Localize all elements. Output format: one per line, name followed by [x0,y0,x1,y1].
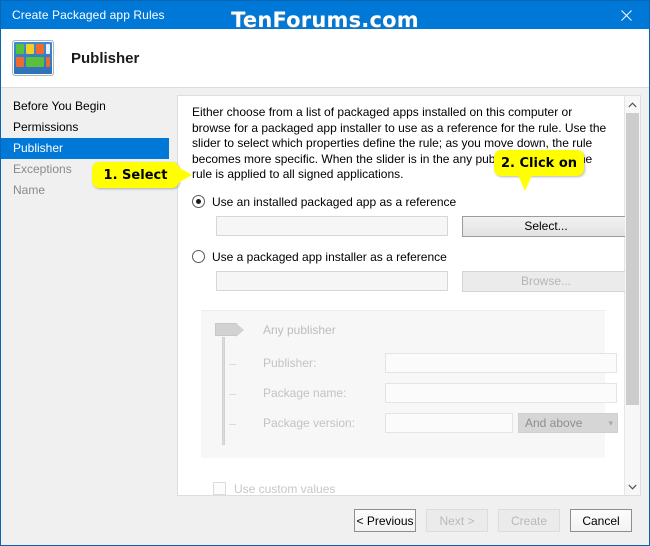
installed-app-input[interactable] [216,216,448,236]
create-packaged-app-rules-window: Create Packaged app Rules Publisher Befo… [0,0,650,546]
packaged-app-icon [12,40,54,76]
package-version-label: Package version: [263,416,356,430]
wizard-footer: < Previous Next > Create Cancel [1,496,649,545]
slider-thumb[interactable] [215,322,244,337]
vertical-scrollbar[interactable] [624,96,641,495]
slider-tick [229,423,236,425]
scrollbar-track[interactable] [625,113,640,478]
radio-installed-app[interactable] [192,195,205,208]
callout-step-1: 1. Select [92,162,192,188]
chevron-up-icon [628,101,637,107]
slider-track [222,336,225,445]
previous-button[interactable]: < Previous [354,509,416,532]
cancel-button[interactable]: Cancel [570,509,632,532]
publisher-field-input [385,353,617,373]
page-title: Publisher [71,49,140,67]
chevron-down-icon: ▾ [608,417,613,428]
use-custom-values-checkbox [213,482,226,495]
radio-row-installed-app[interactable]: Use an installed packaged app as a refer… [192,195,610,209]
radio-label-app-installer: Use a packaged app installer as a refere… [212,249,447,264]
close-icon [620,9,632,21]
app-installer-input[interactable] [216,271,448,291]
slider-tick [229,393,236,395]
close-button[interactable] [603,1,649,29]
publisher-specificity-slider[interactable] [213,322,257,449]
radio-label-installed-app: Use an installed packaged app as a refer… [212,194,457,209]
publisher-row: Publisher: [201,353,617,374]
sidebar-item-before-you-begin[interactable]: Before You Begin [1,96,169,117]
package-name-input [385,383,617,403]
package-name-label: Package name: [263,386,347,400]
wizard-body: Before You Begin Permissions Publisher E… [1,87,649,496]
publisher-properties-block: Any publisher Publisher: Package name: P… [201,309,618,458]
radio-app-installer[interactable] [192,250,205,263]
radio-row-app-installer[interactable]: Use a packaged app installer as a refere… [192,250,610,264]
scroll-down-button[interactable] [625,478,640,495]
scrollbar-thumb[interactable] [626,113,639,405]
sidebar-item-publisher[interactable]: Publisher [1,138,169,159]
package-version-row: Package version: And above ▾ [201,413,618,434]
use-custom-values-row: Use custom values [213,482,610,496]
browse-button: Browse... [462,270,630,292]
any-publisher-row: Any publisher [201,323,605,337]
slider-tick [229,363,236,365]
next-button: Next > [426,509,488,532]
package-version-input [385,413,513,433]
chevron-down-icon [628,484,637,490]
page-header: Publisher [1,29,649,87]
scroll-up-button[interactable] [625,96,640,113]
field-row-installed-app: Select... [192,215,630,237]
create-button: Create [498,509,560,532]
package-name-row: Package name: [201,383,617,404]
version-comparison-value: And above [525,416,583,430]
window-title: Create Packaged app Rules [12,8,165,22]
sidebar-item-permissions[interactable]: Permissions [1,117,169,138]
field-row-app-installer: Browse... [192,270,630,292]
publisher-field-label: Publisher: [263,356,317,370]
use-custom-values-label: Use custom values [234,481,336,496]
select-button[interactable]: Select... [462,215,630,237]
title-bar[interactable]: Create Packaged app Rules [1,1,649,29]
version-comparison-dropdown: And above ▾ [518,413,618,433]
callout-step-2: 2. Click on [494,150,584,191]
wizard-step-list: Before You Begin Permissions Publisher E… [1,88,169,496]
any-publisher-label: Any publisher [263,322,336,337]
